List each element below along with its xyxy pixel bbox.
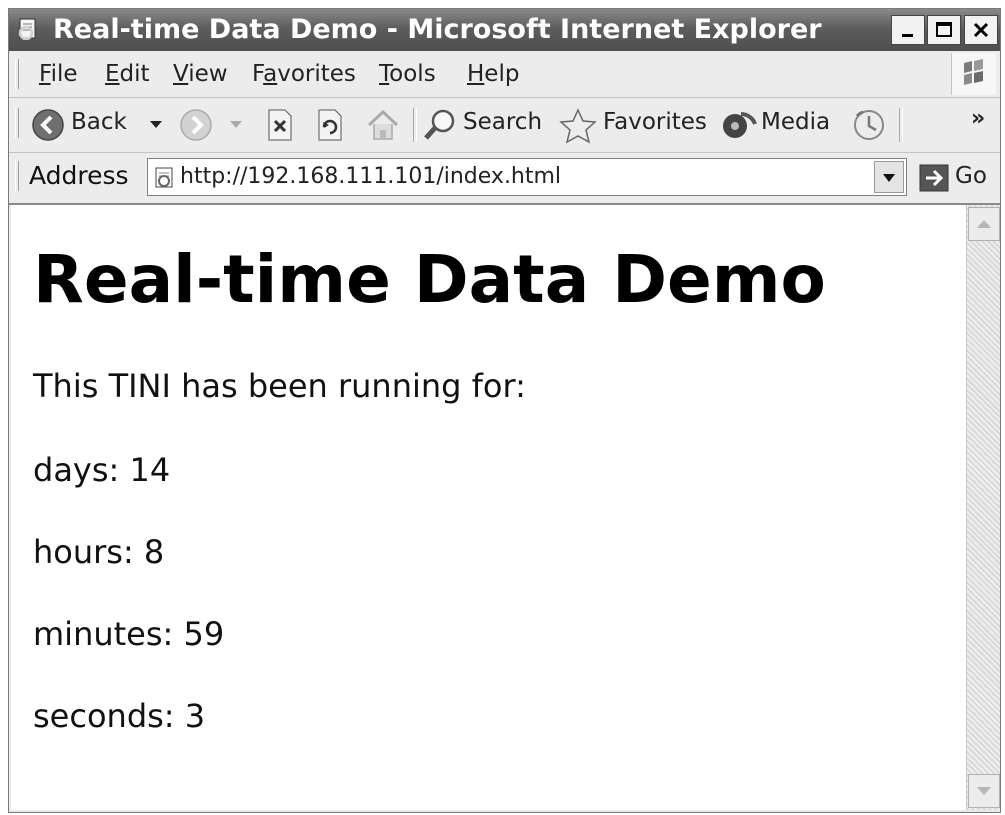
- refresh-icon[interactable]: [315, 109, 345, 141]
- forward-button[interactable]: [179, 106, 251, 144]
- page-icon: [155, 167, 173, 188]
- toolbar-separator: [899, 108, 903, 142]
- forward-arrow-icon: [180, 109, 212, 141]
- uptime-intro: This TINI has been running for:: [33, 367, 526, 405]
- back-dropdown-icon: [150, 121, 162, 128]
- media-button[interactable]: Media: [721, 106, 841, 144]
- toolbar-grip[interactable]: [15, 108, 19, 138]
- back-arrow-icon: [32, 109, 64, 141]
- menu-file[interactable]: File: [39, 61, 78, 87]
- address-label: Address: [29, 161, 129, 190]
- back-label: Back: [71, 109, 127, 135]
- menu-help[interactable]: Help: [467, 61, 519, 87]
- go-arrow-icon: [919, 164, 949, 192]
- favorites-button[interactable]: Favorites: [559, 106, 709, 144]
- close-button[interactable]: [964, 15, 998, 45]
- maximize-button[interactable]: [927, 15, 961, 45]
- scroll-up-arrow-icon: [977, 220, 991, 228]
- title-bar[interactable]: Real-time Data Demo - Microsoft Internet…: [9, 9, 1000, 51]
- search-button[interactable]: Search: [423, 106, 553, 144]
- menu-bar: File Edit View Favorites Tools Help: [9, 51, 1000, 98]
- chevron-down-icon: [883, 174, 895, 182]
- address-dropdown-button[interactable]: [874, 161, 904, 193]
- stop-icon[interactable]: [265, 109, 295, 141]
- windows-flag-icon: [964, 59, 983, 85]
- uptime-days: days: 14: [33, 451, 171, 489]
- scroll-down-arrow-icon: [977, 787, 991, 795]
- page-content: Real-time Data Demo This TINI has been r…: [11, 205, 966, 810]
- home-icon[interactable]: [365, 108, 401, 142]
- menu-view[interactable]: View: [173, 61, 228, 87]
- windows-logo: [951, 53, 996, 95]
- history-icon[interactable]: [851, 108, 887, 142]
- standard-toolbar: Back Search Favorites Media »: [9, 98, 1000, 153]
- scroll-up-button[interactable]: [968, 207, 1000, 241]
- address-input[interactable]: http://192.168.111.101/index.html: [147, 158, 907, 196]
- search-icon: [424, 109, 455, 140]
- vertical-scrollbar[interactable]: [966, 205, 1000, 810]
- toolbar-more-chevron[interactable]: »: [971, 106, 985, 131]
- back-button[interactable]: Back: [31, 106, 171, 144]
- media-label: Media: [761, 109, 831, 135]
- minimize-icon: [902, 34, 913, 37]
- go-label: Go: [955, 163, 987, 189]
- maximize-icon: [936, 22, 952, 37]
- menu-favorites[interactable]: Favorites: [252, 61, 356, 87]
- favorites-label: Favorites: [603, 109, 707, 135]
- ie-page-icon: [18, 18, 36, 40]
- scroll-down-button[interactable]: [968, 774, 1000, 808]
- address-url: http://192.168.111.101/index.html: [180, 164, 562, 189]
- toolbar-separator: [413, 108, 417, 142]
- media-icon: [723, 112, 757, 138]
- browser-window: Real-time Data Demo - Microsoft Internet…: [8, 8, 1001, 813]
- uptime-hours: hours: 8: [33, 533, 165, 571]
- forward-dropdown-icon: [230, 121, 242, 128]
- address-bar: Address http://192.168.111.101/index.htm…: [9, 153, 1000, 205]
- menu-grip[interactable]: [15, 59, 19, 89]
- menu-tools[interactable]: Tools: [379, 61, 436, 87]
- page-title: Real-time Data Demo: [33, 241, 826, 318]
- close-icon: [973, 22, 989, 38]
- minimize-button[interactable]: [891, 15, 925, 45]
- menu-edit[interactable]: Edit: [105, 61, 150, 87]
- window-title: Real-time Data Demo - Microsoft Internet…: [53, 14, 822, 45]
- uptime-minutes: minutes: 59: [33, 615, 225, 653]
- address-grip[interactable]: [15, 161, 19, 191]
- uptime-seconds: seconds: 3: [33, 697, 206, 735]
- favorites-star-icon: [559, 108, 597, 144]
- search-label: Search: [463, 109, 543, 135]
